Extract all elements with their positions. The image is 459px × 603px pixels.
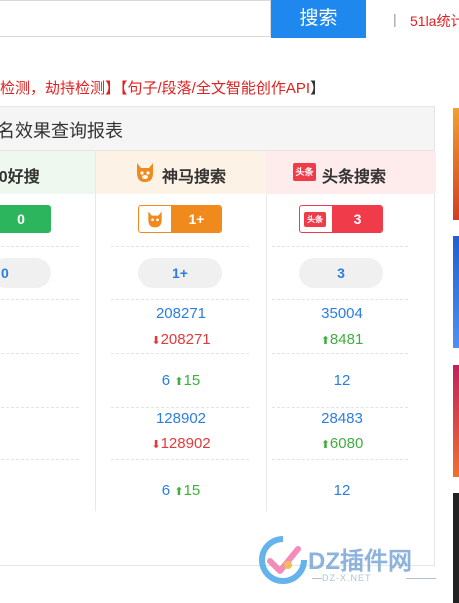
arrow-up-icon: ⬆ — [174, 486, 184, 498]
badge-360[interactable]: 0 — [0, 205, 51, 233]
cell-toutiao-r1-value: 35004 — [321, 305, 363, 322]
cell-toutiao-r2: 12 — [333, 372, 351, 389]
row-divider — [111, 353, 249, 354]
row-divider — [111, 407, 249, 408]
row-divider — [272, 246, 408, 247]
toutiao-logo-icon: 头条 — [293, 163, 316, 181]
column-360-header: 360好搜 — [0, 151, 95, 194]
cell-shenma-r1-change: ⬇208271 — [151, 331, 211, 348]
top-link-51la[interactable]: 51la统计 — [410, 11, 459, 31]
row-divider — [111, 459, 249, 460]
cell-toutiao-r3-change: ⬆6080 — [320, 435, 364, 452]
badge-toutiao-count: 3 — [332, 206, 382, 232]
cell-toutiao-r1-change: ⬆8481 — [320, 331, 364, 348]
arrow-up-icon: ⬆ — [320, 439, 330, 451]
watermark-brand: DZ插件网 — [308, 548, 412, 575]
cell-shenma-r2: 6 ⬆15 — [161, 372, 201, 389]
cell-360-r3: - — [0, 428, 50, 445]
arrow-down-icon: ⬇ — [151, 439, 161, 451]
column-360-name: 360好搜 — [0, 169, 40, 186]
column-toutiao: 头条 头条搜索 头条 3 3 35004 ⬆8481 12 28483 ⬆608… — [266, 151, 436, 511]
top-bar: 搜索 | 51la统计 — [0, 0, 459, 42]
badge-360-count: 0 — [17, 211, 25, 227]
notice-bracket: 】 — [310, 80, 326, 97]
row-divider — [1, 459, 79, 460]
ranking-report-panel: 名效果查询报表 360好搜 0 0 - - - - 神 — [0, 106, 436, 566]
column-shenma: 神马搜索 1+ 1+ 208271 ⬇208271 6 ⬆15 128902 ⬇… — [95, 151, 267, 511]
watermark-rule — [406, 578, 436, 579]
dz-logo-icon — [258, 535, 308, 585]
notice-link-api[interactable]: 句子/段落/全文智能创作API — [128, 80, 311, 97]
watermark-domain: DZ-X.NET — [322, 573, 372, 583]
arrow-down-icon: ⬇ — [151, 335, 161, 347]
row-divider — [1, 299, 79, 300]
cell-360-r1: - — [0, 323, 50, 340]
search-input[interactable] — [0, 0, 271, 37]
row-divider — [111, 299, 249, 300]
shenma-logo-icon — [134, 160, 156, 184]
row-divider — [1, 353, 79, 354]
row-divider — [1, 407, 79, 408]
row-divider — [272, 353, 408, 354]
ad-image-strip[interactable] — [453, 236, 459, 348]
badge-toutiao[interactable]: 头条 3 — [299, 205, 383, 233]
cell-360-r2: - — [0, 377, 50, 394]
arrow-up-icon: ⬆ — [320, 335, 330, 347]
ad-image-strip[interactable] — [453, 365, 459, 477]
badge-shenma[interactable]: 1+ — [138, 205, 222, 233]
cell-shenma-r4: 6 ⬆15 — [161, 482, 201, 499]
cell-toutiao-r3-value: 28483 — [321, 410, 363, 427]
column-shenma-name: 神马搜索 — [162, 169, 227, 186]
row-divider — [272, 299, 408, 300]
separator: | — [393, 11, 397, 27]
column-toutiao-name: 头条搜索 — [322, 169, 387, 186]
shenma-logo-icon — [145, 209, 165, 229]
row-divider — [1, 246, 79, 247]
ad-image-strip[interactable] — [453, 108, 459, 220]
row-divider — [272, 407, 408, 408]
pill-360[interactable]: 0 — [0, 258, 51, 288]
pill-toutiao[interactable]: 3 — [299, 258, 383, 288]
row-divider — [111, 246, 249, 247]
arrow-up-icon: ⬆ — [174, 376, 184, 388]
notice-link-detect[interactable]: 检测，劫持检测】【 — [0, 80, 128, 97]
cell-shenma-r3-change: ⬇128902 — [151, 435, 211, 452]
watermark-rule — [312, 578, 322, 579]
column-toutiao-header: 头条 头条搜索 — [266, 151, 436, 194]
column-360: 360好搜 0 0 - - - - — [0, 151, 95, 511]
cell-shenma-r1-value: 208271 — [155, 305, 207, 322]
panel-title: 名效果查询报表 — [0, 121, 123, 141]
watermark: DZ插件网 DZ-X.NET — [258, 535, 458, 595]
search-button[interactable]: 搜索 — [271, 0, 366, 38]
notice-bar: 检测，劫持检测】【句子/段落/全文智能创作API】 — [0, 77, 325, 98]
badge-shenma-count: 1+ — [171, 206, 221, 232]
cell-toutiao-r4: 12 — [333, 482, 351, 499]
column-shenma-header: 神马搜索 — [96, 151, 266, 194]
row-divider — [272, 459, 408, 460]
panel-header: 名效果查询报表 — [0, 107, 434, 151]
pill-shenma[interactable]: 1+ — [138, 258, 222, 288]
cell-shenma-r3-value: 128902 — [155, 410, 207, 427]
toutiao-logo-icon: 头条 — [304, 212, 326, 227]
cell-360-r4: - — [0, 482, 50, 499]
